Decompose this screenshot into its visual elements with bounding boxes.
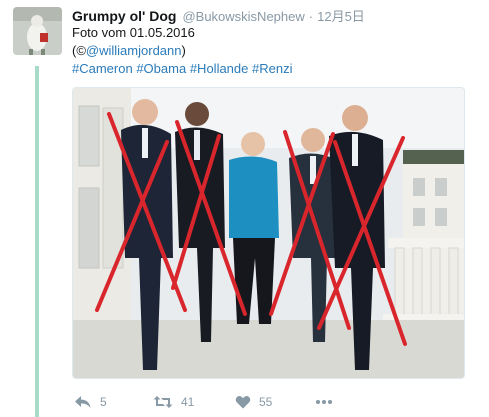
retweet-count: 41 xyxy=(181,395,195,409)
tweet-header: Grumpy ol' Dog @BukowskisNephew · 12月5日 xyxy=(72,6,481,24)
retweet-button[interactable]: 41 xyxy=(153,392,194,412)
thread-line xyxy=(35,66,39,417)
hashtag-link[interactable]: #Renzi xyxy=(252,61,292,76)
hashtag-link[interactable]: #Obama xyxy=(136,61,186,76)
separator-dot: · xyxy=(308,9,314,24)
avatar[interactable] xyxy=(13,7,62,55)
retweet-icon xyxy=(153,396,173,408)
reply-count: 5 xyxy=(100,395,107,409)
tweet-photo[interactable] xyxy=(72,87,465,379)
reply-button[interactable]: 5 xyxy=(74,392,107,412)
heart-icon xyxy=(235,396,251,409)
tweet-text-line: Foto vom 01.05.2016 xyxy=(72,25,195,40)
avatar-image xyxy=(13,7,62,55)
reply-icon xyxy=(75,396,91,408)
user-handle[interactable]: @BukowskisNephew xyxy=(182,9,304,24)
photo-credit: (©@williamjordann) xyxy=(72,42,186,60)
tweet-actions: 5 41 55 xyxy=(72,392,482,412)
like-button[interactable]: 55 xyxy=(235,392,272,412)
tweet-date[interactable]: 12月5日 xyxy=(317,6,365,25)
like-count: 55 xyxy=(259,395,273,409)
photo-image xyxy=(73,88,464,378)
hashtag-link[interactable]: #Cameron xyxy=(72,61,133,76)
credit-close: ) xyxy=(181,43,186,58)
display-name[interactable]: Grumpy ol' Dog xyxy=(72,8,176,24)
mention-link[interactable]: @williamjordann xyxy=(86,43,182,58)
hashtag-line: #Cameron #Obama #Hollande #Renzi xyxy=(72,60,292,78)
hashtag-link[interactable]: #Hollande xyxy=(190,61,249,76)
more-button[interactable] xyxy=(315,392,333,412)
more-dots-icon xyxy=(316,400,332,404)
credit-open: (© xyxy=(72,43,86,58)
